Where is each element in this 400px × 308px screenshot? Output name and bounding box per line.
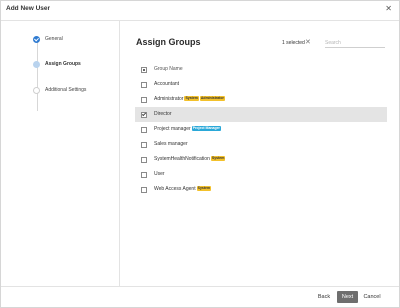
groups-table: Group Name Accountant Administrator System… xyxy=(135,62,387,197)
group-name: Accountant xyxy=(154,81,179,87)
pending-step-icon xyxy=(33,87,40,94)
table-row[interactable]: Project manager Project Manager xyxy=(135,122,387,137)
group-name: Administrator System Administrator xyxy=(154,96,225,102)
dialog-footer: Back Next Cancel xyxy=(1,286,399,308)
group-badge: System xyxy=(210,156,226,161)
dialog: Add New User ✕ General Assign Groups Add… xyxy=(0,0,400,308)
group-name: Web Access Agent System xyxy=(154,186,212,192)
step-label: Assign Groups xyxy=(45,61,81,67)
current-step-icon xyxy=(33,61,40,68)
dialog-titlebar: Add New User ✕ xyxy=(1,1,399,21)
group-badge: Project Manager xyxy=(191,126,221,131)
group-name: SystemHealthNotification System xyxy=(154,156,226,162)
group-name-text: SystemHealthNotification xyxy=(154,156,210,162)
row-checkbox[interactable] xyxy=(141,97,147,103)
group-name-text: Sales manager xyxy=(154,141,188,147)
step-label: General xyxy=(45,36,63,42)
clear-selection-icon[interactable]: ✕ xyxy=(305,38,311,46)
row-checkbox[interactable] xyxy=(141,157,147,163)
search-input[interactable] xyxy=(325,38,385,48)
table-row[interactable]: Administrator System Administrator xyxy=(135,92,387,107)
row-checkbox[interactable] xyxy=(141,112,147,118)
group-name-text: User xyxy=(154,171,165,177)
table-row[interactable]: Accountant xyxy=(135,77,387,92)
group-name: Director xyxy=(154,111,172,117)
group-badge: System xyxy=(196,186,212,191)
row-checkbox[interactable] xyxy=(141,82,147,88)
column-header-group-name: Group Name xyxy=(154,66,183,72)
stepper-line xyxy=(37,41,38,111)
select-all-checkbox[interactable] xyxy=(141,67,147,73)
back-button[interactable]: Back xyxy=(317,291,331,303)
table-row[interactable]: Sales manager xyxy=(135,137,387,152)
group-name: User xyxy=(154,171,165,177)
group-name-text: Director xyxy=(154,111,172,117)
selected-count: 1 selected xyxy=(282,40,305,46)
group-name-text: Project manager xyxy=(154,126,191,132)
group-name-text: Administrator xyxy=(154,96,184,102)
group-name-text: Accountant xyxy=(154,81,180,87)
page-title: Assign Groups xyxy=(136,37,201,47)
group-name: Sales manager xyxy=(154,141,188,147)
table-row[interactable]: Web Access Agent System xyxy=(135,182,387,197)
group-badge: System xyxy=(184,96,199,101)
row-checkbox[interactable] xyxy=(141,142,147,148)
table-row[interactable]: SystemHealthNotification System xyxy=(135,152,387,167)
row-checkbox[interactable] xyxy=(141,127,147,133)
row-checkbox[interactable] xyxy=(141,172,147,178)
table-row[interactable]: User xyxy=(135,167,387,182)
next-button[interactable]: Next xyxy=(337,291,358,303)
table-row[interactable]: Director xyxy=(135,107,387,122)
group-name-text: Web Access Agent xyxy=(154,186,196,192)
table-header-row: Group Name xyxy=(135,62,387,77)
row-checkbox[interactable] xyxy=(141,187,147,193)
check-circle-icon xyxy=(33,36,40,43)
dialog-title: Add New User xyxy=(6,5,51,12)
group-name: Project manager Project Manager xyxy=(154,126,221,132)
step-label: Additional Settings xyxy=(45,87,87,93)
wizard-stepper: General Assign Groups Additional Setting… xyxy=(1,21,120,286)
cancel-button[interactable]: Cancel xyxy=(363,291,381,303)
close-icon[interactable]: ✕ xyxy=(385,4,392,14)
group-badge: Administrator xyxy=(199,96,225,101)
